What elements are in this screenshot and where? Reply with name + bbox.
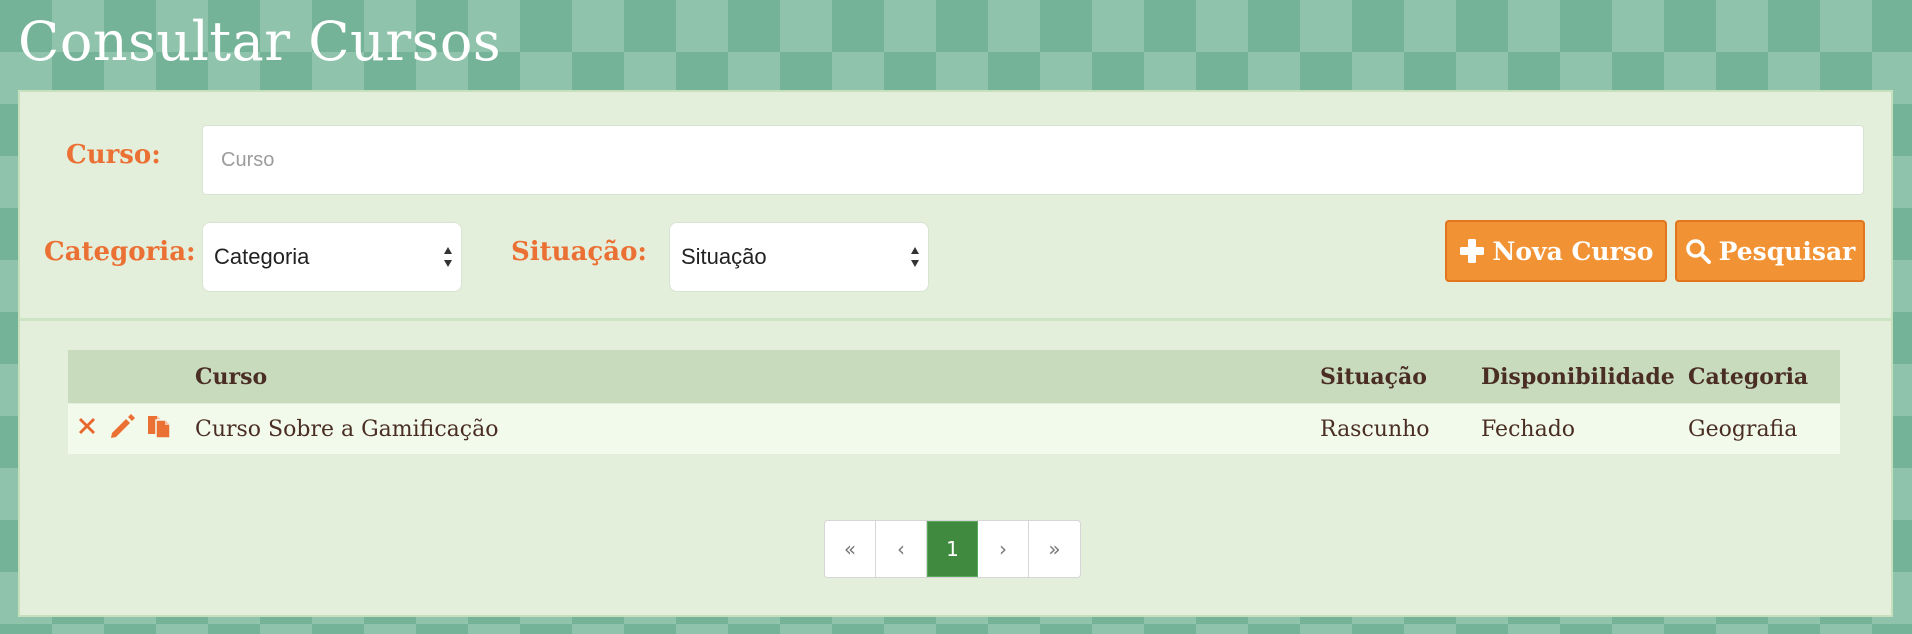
- row-actions: [68, 403, 195, 454]
- page-title: Consultar Cursos: [18, 10, 502, 73]
- search-button-label: Pesquisar: [1718, 236, 1856, 266]
- copy-icon[interactable]: [146, 413, 172, 445]
- pagination-last[interactable]: »: [1029, 521, 1080, 577]
- pagination-next[interactable]: ›: [978, 521, 1029, 577]
- course-label: Curso:: [66, 140, 161, 170]
- cell-category: Geografia: [1688, 403, 1840, 454]
- table-header-row: Curso Situação Disponibilidade Categoria: [68, 350, 1840, 404]
- pagination-first[interactable]: «: [825, 521, 876, 577]
- status-select-value: Situação: [681, 244, 767, 269]
- pagination-prev[interactable]: ‹: [876, 521, 927, 577]
- cell-availability: Fechado: [1481, 403, 1688, 454]
- header-category[interactable]: Categoria: [1688, 350, 1840, 404]
- pagination-page-current[interactable]: 1: [927, 521, 978, 577]
- cell-status: Rascunho: [1320, 403, 1481, 454]
- course-search-input[interactable]: [202, 125, 1864, 195]
- select-arrows-icon: [910, 245, 920, 269]
- new-course-button-label: Nova Curso: [1492, 236, 1654, 266]
- status-label: Situação:: [511, 237, 648, 267]
- new-course-button[interactable]: Nova Curso: [1445, 220, 1667, 282]
- header-availability[interactable]: Disponibilidade: [1481, 350, 1688, 404]
- filters-section: Curso: Categoria: Categoria Situação: Si…: [20, 92, 1891, 321]
- status-select[interactable]: Situação: [669, 222, 929, 292]
- table-row: Curso Sobre a Gamificação Rascunho Fecha…: [68, 403, 1840, 454]
- header-course[interactable]: Curso: [195, 350, 1320, 404]
- cell-course: Curso Sobre a Gamificação: [195, 403, 1320, 454]
- header-status[interactable]: Situação: [1320, 350, 1481, 404]
- select-arrows-icon: [443, 245, 453, 269]
- category-label: Categoria:: [44, 237, 196, 267]
- edit-icon[interactable]: [108, 413, 136, 445]
- delete-icon[interactable]: [76, 415, 98, 443]
- header-actions: [68, 350, 195, 404]
- category-select[interactable]: Categoria: [202, 222, 462, 292]
- courses-table: Curso Situação Disponibilidade Categoria: [68, 350, 1840, 454]
- search-panel: Curso: Categoria: Categoria Situação: Si…: [18, 90, 1893, 617]
- plus-icon: [1459, 238, 1485, 264]
- category-select-value: Categoria: [214, 244, 310, 269]
- search-button[interactable]: Pesquisar: [1675, 220, 1865, 282]
- search-icon: [1685, 238, 1711, 264]
- pagination: « ‹ 1 › »: [824, 520, 1081, 578]
